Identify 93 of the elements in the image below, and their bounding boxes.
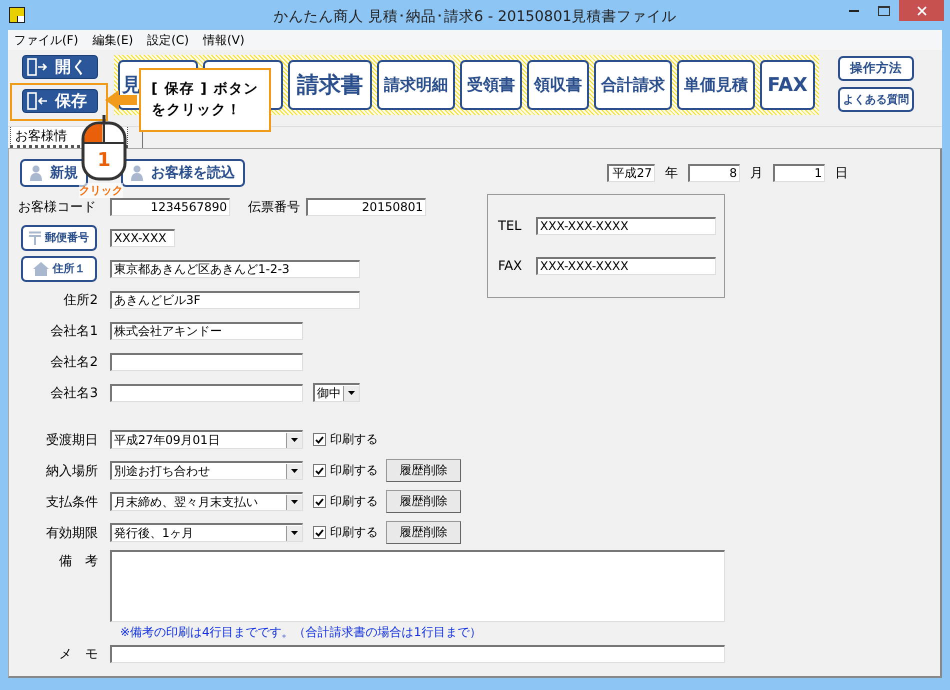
address-field[interactable]: あきんどビル3F — [110, 290, 360, 308]
menu-item[interactable]: 設定(C) — [147, 32, 189, 48]
field-label: お客様コード — [18, 198, 97, 216]
callout-text: [ 保存 ] ボタン をクリック！ — [151, 80, 259, 120]
field-label: メ モ — [58, 646, 98, 663]
phone-field[interactable]: XXX-XXX-XXXX — [536, 257, 716, 275]
field-label: 住所2 — [62, 292, 98, 308]
print-checkbox[interactable] — [313, 464, 326, 477]
dropdown-arrow-icon — [348, 391, 355, 395]
app-icon — [9, 7, 25, 23]
remarks-note: ※備考の印刷は4行目までです。（合計請求書の場合は1行目まで） — [120, 624, 482, 640]
checkbox-label: 印刷する — [330, 524, 378, 541]
print-checkbox[interactable] — [313, 433, 326, 446]
postal-mark-icon — [29, 230, 41, 244]
print-checkbox[interactable] — [313, 526, 326, 539]
month-field[interactable]: 8 — [688, 164, 740, 182]
remarks-field[interactable] — [110, 550, 725, 622]
checkmark-icon — [315, 466, 324, 474]
slip-number-field[interactable]: 20150801 — [306, 198, 426, 216]
dropdown-arrow-icon — [291, 438, 298, 442]
click-caption: クリック — [79, 183, 123, 198]
checkbox-label: 印刷する — [330, 493, 378, 510]
field-label: 会社名3 — [50, 384, 98, 402]
menu-item[interactable]: ファイル(F) — [14, 32, 78, 48]
field-label: FAX — [498, 258, 524, 274]
clear-history-button[interactable]: 履歴削除 — [386, 459, 461, 482]
memo-field[interactable] — [110, 645, 725, 663]
address-button[interactable]: 住所１ — [21, 256, 97, 282]
checkbox-label: 印刷する — [330, 462, 378, 479]
checkmark-icon — [315, 528, 324, 536]
menu-item[interactable]: 情報(V) — [202, 32, 245, 48]
step-number: 1 — [96, 149, 112, 171]
field-label: 会社名1 — [50, 322, 98, 340]
dropdown[interactable]: 別途お打ち合わせ — [110, 461, 303, 480]
document-button[interactable]: 請求書 — [288, 60, 372, 110]
era-year-field[interactable]: 平成27 — [607, 164, 655, 182]
honorific-dropdown[interactable]: 御中 — [313, 383, 360, 402]
checkmark-icon — [315, 436, 324, 444]
postal-code-field[interactable]: XXX-XXX — [110, 228, 175, 246]
field-label: 納入場所 — [45, 462, 98, 480]
dropdown[interactable]: 月末締め、翌々月末支払い — [110, 492, 303, 511]
mouse-click-tooltip — [80, 115, 128, 181]
person-icon — [30, 165, 42, 181]
day-field[interactable]: 1 — [773, 164, 825, 182]
help-button[interactable]: 操作方法 — [838, 56, 914, 81]
field-label: 伝票番号 — [248, 198, 300, 216]
dropdown-arrow-icon — [291, 469, 298, 473]
door-arrow-icon — [27, 92, 49, 110]
checkmark-icon — [315, 498, 324, 506]
save-button[interactable]: 保存 — [22, 89, 98, 113]
dropdown-arrow-icon — [291, 500, 298, 504]
dropdown[interactable]: 発行後、1ヶ月 — [110, 523, 303, 542]
menu-item[interactable]: 編集(E) — [92, 32, 134, 48]
house-icon — [32, 262, 48, 276]
clear-history-button[interactable]: 履歴削除 — [386, 521, 461, 544]
month-label: 月 — [750, 165, 763, 182]
door-arrow-icon — [27, 58, 49, 76]
field-label: 有効期限 — [45, 524, 98, 542]
close-icon — [916, 6, 926, 16]
print-checkbox[interactable] — [313, 495, 326, 508]
document-button[interactable]: 受領書 — [460, 60, 522, 110]
dropdown-arrow-icon — [291, 531, 298, 535]
company-name-field[interactable]: 株式会社アキンドー — [110, 322, 303, 340]
company-name-field[interactable] — [110, 384, 303, 402]
open-button[interactable]: 開く — [22, 55, 98, 79]
field-label: TEL — [498, 218, 522, 234]
clear-history-button[interactable]: 履歴削除 — [386, 490, 461, 513]
document-button[interactable]: 領収書 — [527, 60, 589, 110]
field-label: 備 考 — [58, 553, 98, 571]
postal-code-button[interactable]: 郵便番号 — [21, 224, 97, 250]
window-title: かんたん商人 見積･納品･請求6 - 20150801見積書ファイル — [273, 8, 677, 26]
field-label: 会社名2 — [50, 354, 98, 370]
document-button[interactable]: 請求明細 — [377, 60, 455, 110]
phone-field[interactable]: XXX-XXX-XXXX — [536, 217, 716, 235]
checkbox-label: 印刷する — [330, 431, 378, 448]
customer-button[interactable]: 新規 — [20, 159, 88, 187]
document-button[interactable]: 合計請求 — [594, 60, 672, 110]
customer-code-field[interactable]: 1234567890 — [110, 198, 230, 216]
document-button[interactable]: FAX — [760, 60, 815, 110]
day-label: 日 — [835, 165, 848, 182]
dropdown[interactable]: 平成27年09月01日 — [110, 430, 303, 449]
person-icon — [131, 165, 143, 181]
close-button[interactable] — [899, 0, 944, 21]
field-label: 受渡期日 — [45, 432, 98, 448]
year-label: 年 — [665, 165, 678, 182]
help-button[interactable]: よくある質問 — [838, 87, 914, 112]
customer-button[interactable]: お客様を読込 — [121, 159, 245, 187]
address-field[interactable]: 東京都あきんど区あきんど1-2-3 — [110, 260, 360, 278]
minimize-icon — [849, 10, 859, 12]
company-name-field[interactable] — [110, 352, 303, 370]
maximize-icon — [878, 6, 890, 16]
field-label: 支払条件 — [45, 494, 98, 510]
document-button[interactable]: 単価見積 — [677, 60, 755, 110]
